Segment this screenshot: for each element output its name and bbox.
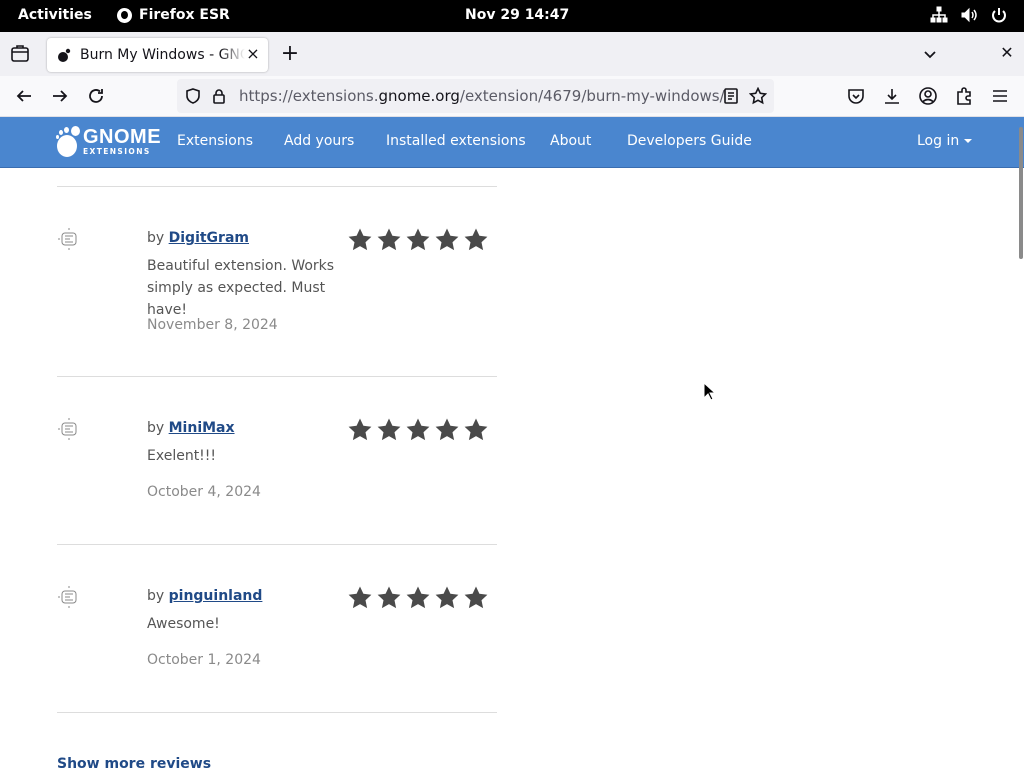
app-menu[interactable]: Firefox ESR (117, 7, 230, 23)
shield-icon[interactable] (185, 88, 201, 104)
back-button[interactable] (14, 86, 34, 106)
new-tab-button[interactable]: + (280, 43, 300, 65)
account-button[interactable] (918, 86, 938, 106)
star-icon (435, 228, 459, 251)
review-author-link[interactable]: DigitGram (169, 230, 249, 246)
gnome-top-bar: Activities Firefox ESR Nov 29 14:47 (0, 0, 1024, 32)
gnome-favicon-icon (58, 48, 71, 62)
avatar[interactable] (57, 417, 81, 441)
back-arrow-icon (16, 90, 31, 102)
extensions-button[interactable] (954, 86, 974, 106)
star-icon (435, 586, 459, 609)
nav-add-yours[interactable]: Add yours (284, 133, 354, 149)
power-icon (992, 8, 1006, 23)
clock[interactable]: Nov 29 14:47 (465, 7, 569, 23)
star-icon (464, 586, 488, 609)
tab-title: Burn My Windows - GNOME Shell Extensions (80, 47, 245, 63)
review-comment: Exelent!!! (147, 448, 217, 464)
activities-button[interactable]: Activities (18, 7, 92, 23)
app-name: Firefox ESR (139, 7, 230, 23)
review-date: November 8, 2024 (147, 317, 278, 333)
pocket-icon (848, 89, 864, 104)
navigation-toolbar: https://extensions.gnome.org/extension/4… (0, 76, 1024, 117)
nav-about[interactable]: About (550, 133, 591, 149)
url-bar[interactable]: https://extensions.gnome.org/extension/4… (177, 79, 774, 113)
page-scrollbar[interactable] (1019, 127, 1023, 259)
review-author-link[interactable]: MiniMax (169, 420, 235, 436)
review-comment: Beautiful extension. Works simply as exp… (147, 258, 335, 318)
star-icon (435, 418, 459, 441)
show-more-reviews-link[interactable]: Show more reviews (57, 756, 211, 768)
login-dropdown[interactable]: Log in (917, 133, 973, 149)
star-icon (377, 228, 401, 251)
broken-image-icon (58, 228, 77, 250)
tab-close-icon[interactable]: × (246, 46, 260, 62)
puzzle-icon (957, 87, 971, 105)
site-header: GNOME EXTENSIONS Extensions Add yours In… (0, 117, 1024, 168)
nav-developers-guide[interactable]: Developers Guide (627, 133, 752, 149)
review-divider (57, 544, 497, 545)
star-icon (406, 228, 430, 251)
account-icon (919, 87, 937, 105)
broken-image-icon (58, 418, 77, 440)
network-icon (930, 6, 948, 23)
nav-installed-extensions[interactable]: Installed extensions (386, 133, 526, 149)
hamburger-menu-icon (993, 90, 1007, 102)
downloads-button[interactable] (882, 86, 902, 106)
forward-button[interactable] (50, 86, 70, 106)
bookmark-star-icon[interactable] (749, 87, 767, 105)
star-rating (347, 585, 489, 611)
chevron-down-icon[interactable] (920, 44, 940, 64)
gnome-foot-icon (56, 126, 80, 157)
review-byline: by MiniMax (147, 420, 235, 436)
mouse-cursor-icon (703, 382, 717, 401)
review-byline: by pinguinland (147, 588, 263, 604)
volume-icon (961, 7, 977, 23)
star-icon (348, 228, 372, 251)
gnome-extensions-logo[interactable]: GNOME EXTENSIONS (56, 125, 162, 157)
system-tray[interactable] (930, 6, 1008, 24)
star-rating (347, 227, 489, 253)
review-divider (57, 376, 497, 377)
firefox-view-icon[interactable] (10, 44, 30, 64)
star-icon (464, 228, 488, 251)
star-icon (348, 418, 372, 441)
forward-arrow-icon (53, 90, 68, 102)
avatar[interactable] (57, 585, 81, 609)
review-divider (57, 712, 497, 713)
caret-down-icon (964, 139, 973, 143)
review-author-link[interactable]: pinguinland (169, 588, 263, 604)
star-icon (377, 418, 401, 441)
review-date: October 4, 2024 (147, 484, 261, 500)
broken-image-icon (58, 586, 77, 608)
reload-icon (89, 89, 103, 103)
review-date: October 1, 2024 (147, 652, 261, 668)
download-icon (885, 89, 899, 104)
reload-button[interactable] (86, 86, 106, 106)
star-icon (348, 586, 372, 609)
review-divider (57, 186, 497, 187)
star-icon (464, 418, 488, 441)
star-icon (377, 586, 401, 609)
star-rating (347, 417, 489, 443)
pocket-button[interactable] (846, 86, 866, 106)
page-content[interactable]: by DigitGram Beautiful extension. Works … (0, 168, 1024, 768)
login-label: Log in (917, 133, 960, 149)
tab-burn-my-windows[interactable]: Burn My Windows - GNOME Shell Extensions… (47, 38, 268, 72)
review-byline: by DigitGram (147, 230, 249, 246)
star-icon (406, 586, 430, 609)
tab-strip: Burn My Windows - GNOME Shell Extensions… (0, 32, 1024, 76)
reader-view-icon[interactable] (723, 88, 739, 104)
logo-text: GNOME (83, 125, 162, 148)
menu-button[interactable] (990, 86, 1010, 106)
window-close-icon[interactable]: ✕ (998, 44, 1016, 62)
review-comment: Awesome! (147, 616, 220, 632)
firefox-icon (117, 7, 132, 23)
nav-extensions[interactable]: Extensions (177, 133, 253, 149)
lock-icon[interactable] (211, 88, 227, 104)
avatar[interactable] (57, 227, 81, 251)
logo-subtext: EXTENSIONS (83, 146, 151, 156)
url-text[interactable]: https://extensions.gnome.org/extension/4… (239, 87, 725, 105)
star-icon (406, 418, 430, 441)
